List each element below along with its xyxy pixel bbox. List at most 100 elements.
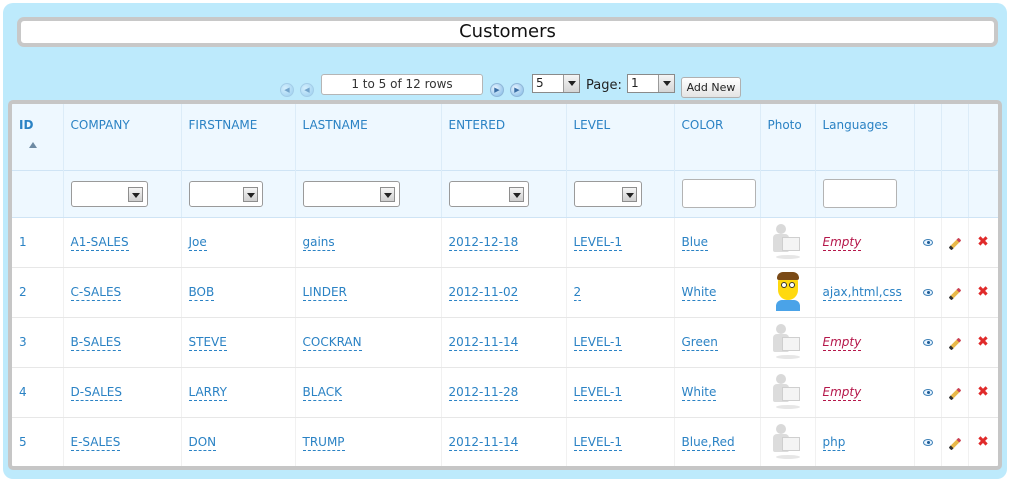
cell-edit: [941, 367, 969, 418]
filter-cell-photo: [760, 169, 816, 218]
languages-filter-input[interactable]: [822, 179, 897, 208]
column-header-color[interactable]: COLOR: [674, 104, 761, 170]
pencil-icon[interactable]: [948, 387, 961, 401]
color-link[interactable]: White: [681, 385, 717, 401]
cell-color: Blue: [674, 217, 761, 268]
lastname-link[interactable]: BLACK: [302, 385, 342, 401]
level-link[interactable]: LEVEL-1: [573, 385, 622, 401]
column-header-id[interactable]: ID: [12, 104, 64, 170]
level-link[interactable]: 2: [573, 285, 582, 301]
lastname-filter-select[interactable]: [302, 180, 400, 207]
languages-link[interactable]: php: [822, 435, 846, 451]
languages-link[interactable]: Empty: [822, 235, 862, 251]
delete-x-icon[interactable]: ✖: [977, 384, 989, 400]
filter-cell: [441, 169, 567, 218]
color-link[interactable]: Blue: [681, 235, 709, 251]
delete-x-icon[interactable]: ✖: [977, 334, 989, 350]
table-row[interactable]: 4 D-SALES LARRY BLACK 2012-11-28 LEVEL-1…: [12, 367, 998, 418]
entered-link[interactable]: 2012-11-14: [448, 435, 519, 451]
languages-link[interactable]: Empty: [822, 385, 862, 401]
column-header-languages[interactable]: Languages: [815, 104, 915, 170]
column-header-level[interactable]: LEVEL: [566, 104, 675, 170]
placeholder-figure-head: [775, 324, 786, 334]
entered-link[interactable]: 2012-11-28: [448, 385, 519, 401]
firstname-link[interactable]: STEVE: [188, 335, 227, 351]
company-link[interactable]: D-SALES: [70, 385, 123, 401]
pencil-icon[interactable]: [948, 337, 961, 351]
cell-entered: 2012-11-14: [441, 417, 567, 466]
color-filter-input[interactable]: [681, 179, 756, 208]
sort-ascending-icon[interactable]: [29, 142, 37, 148]
no-photo-placeholder-icon[interactable]: [770, 422, 802, 462]
next-page-icon[interactable]: ▶: [490, 83, 504, 97]
level-link[interactable]: LEVEL-1: [573, 235, 622, 251]
lastname-link[interactable]: TRUMP: [302, 435, 345, 451]
filter-cell-action: [968, 169, 998, 218]
cell-photo: [760, 267, 816, 318]
delete-x-icon[interactable]: ✖: [977, 434, 989, 450]
column-header-firstname[interactable]: FIRSTNAME: [181, 104, 296, 170]
eye-icon[interactable]: [922, 289, 933, 296]
company-link[interactable]: A1-SALES: [70, 235, 129, 251]
first-page-icon[interactable]: ◀: [280, 83, 294, 97]
company-filter-select[interactable]: [70, 180, 148, 207]
column-header-entered[interactable]: ENTERED: [441, 104, 567, 170]
last-page-icon[interactable]: ▶: [510, 83, 524, 97]
entered-link[interactable]: 2012-11-14: [448, 335, 519, 351]
prev-page-icon[interactable]: ◀: [300, 83, 314, 97]
cell-entered: 2012-11-28: [441, 367, 567, 418]
table-row[interactable]: 3 B-SALES STEVE COCKRAN 2012-11-14 LEVEL…: [12, 317, 998, 368]
company-link[interactable]: B-SALES: [70, 335, 121, 351]
firstname-link[interactable]: DON: [188, 435, 217, 451]
firstname-filter-select[interactable]: [188, 180, 263, 207]
no-photo-placeholder-icon[interactable]: [770, 222, 802, 262]
entered-link[interactable]: 2012-12-18: [448, 235, 519, 251]
languages-link[interactable]: ajax,html,css: [822, 285, 902, 301]
delete-x-icon[interactable]: ✖: [977, 284, 989, 300]
column-header-company[interactable]: COMPANY: [63, 104, 182, 170]
company-link[interactable]: C-SALES: [70, 285, 122, 301]
no-photo-placeholder-icon[interactable]: [770, 372, 802, 412]
firstname-link[interactable]: LARRY: [188, 385, 227, 401]
delete-x-icon[interactable]: ✖: [977, 234, 989, 250]
cell-level: LEVEL-1: [566, 217, 675, 268]
color-link[interactable]: Green: [681, 335, 718, 351]
pencil-icon[interactable]: [948, 287, 961, 301]
lastname-link[interactable]: LINDER: [302, 285, 347, 301]
level-link[interactable]: LEVEL-1: [573, 335, 622, 351]
user-avatar-photo[interactable]: [770, 272, 802, 312]
cell-edit: [941, 267, 969, 318]
no-photo-placeholder-icon[interactable]: [770, 322, 802, 362]
eye-icon[interactable]: [922, 339, 933, 346]
firstname-link[interactable]: Joe: [188, 235, 207, 251]
firstname-link[interactable]: BOB: [188, 285, 215, 301]
lastname-link[interactable]: gains: [302, 235, 335, 251]
eye-icon[interactable]: [922, 439, 933, 446]
entered-link[interactable]: 2012-11-02: [448, 285, 519, 301]
color-link[interactable]: White: [681, 285, 717, 301]
cell-lastname: TRUMP: [295, 417, 442, 466]
lastname-link[interactable]: COCKRAN: [302, 335, 362, 351]
page-number-select[interactable]: 1: [627, 74, 675, 93]
entered-filter-select[interactable]: [448, 180, 529, 207]
eye-icon[interactable]: [922, 239, 933, 246]
table-row[interactable]: 2 C-SALES BOB LINDER 2012-11-02 2 White …: [12, 267, 998, 318]
cell-color: White: [674, 267, 761, 318]
page-size-select[interactable]: 5: [532, 74, 580, 93]
level-filter-select[interactable]: [573, 180, 642, 207]
table-row[interactable]: 1 A1-SALES Joe gains 2012-12-18 LEVEL-1 …: [12, 217, 998, 268]
company-link[interactable]: E-SALES: [70, 435, 121, 451]
cell-id: 5: [12, 417, 64, 466]
pencil-icon[interactable]: [948, 437, 961, 451]
filter-cell-action: [914, 169, 942, 218]
cell-color: Blue,Red: [674, 417, 761, 466]
table-row[interactable]: 5 E-SALES DON TRUMP 2012-11-14 LEVEL-1 B…: [12, 417, 998, 466]
column-header-lastname[interactable]: LASTNAME: [295, 104, 442, 170]
pencil-icon[interactable]: [948, 237, 961, 251]
level-link[interactable]: LEVEL-1: [573, 435, 622, 451]
add-new-button[interactable]: Add New: [681, 77, 741, 98]
languages-link[interactable]: Empty: [822, 335, 862, 351]
color-link[interactable]: Blue,Red: [681, 435, 735, 451]
eye-icon[interactable]: [922, 389, 933, 396]
avatar-shirt: [775, 300, 800, 311]
